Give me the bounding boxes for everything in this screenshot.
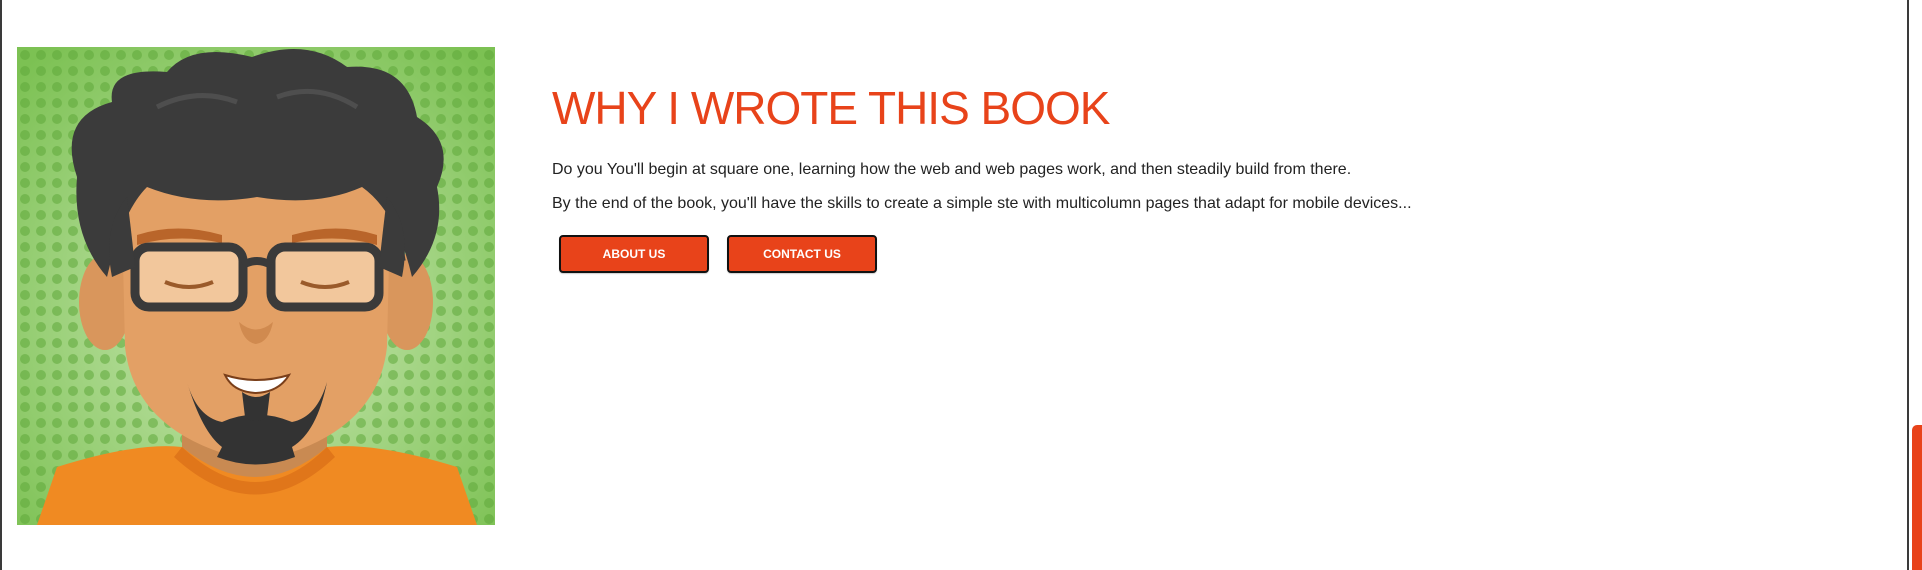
book-intro-section: WHY I WROTE THIS BOOK Do you You'll begi…	[552, 80, 1652, 273]
cartoon-author-portrait	[17, 47, 495, 525]
action-buttons: ABOUT US CONTACT US	[559, 235, 1652, 273]
scrollbar-thumb[interactable]	[1912, 425, 1922, 570]
author-avatar-image	[17, 47, 495, 525]
intro-paragraph-2: By the end of the book, you'll have the …	[552, 195, 1412, 212]
window-right-border	[1907, 0, 1909, 570]
left-window-edge	[0, 0, 2, 570]
intro-paragraph-1: Do you You'll begin at square one, learn…	[552, 161, 1352, 178]
about-us-button[interactable]: ABOUT US	[559, 235, 709, 273]
contact-us-button[interactable]: CONTACT US	[727, 235, 877, 273]
page: WHY I WROTE THIS BOOK Do you You'll begi…	[0, 0, 1922, 570]
section-title: WHY I WROTE THIS BOOK	[552, 82, 1110, 134]
